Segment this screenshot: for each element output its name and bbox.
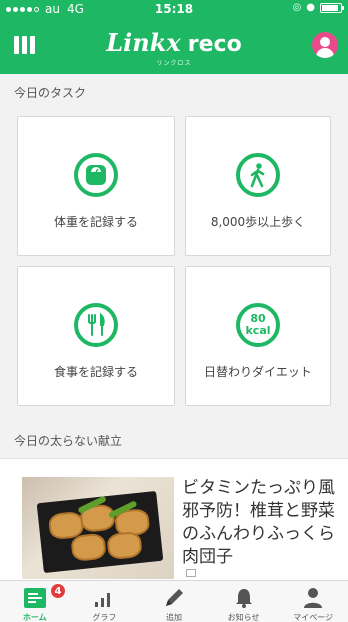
tab-label: ホーム xyxy=(22,613,47,622)
graph-icon xyxy=(92,587,116,609)
fork-knife-icon xyxy=(74,303,118,347)
task-label: 食事を記録する xyxy=(53,365,138,379)
recipe-photo xyxy=(22,477,174,579)
header-bar: au 4G 15:18 ◎ ● Linkx reco リンクロス xyxy=(0,0,348,74)
tab-mypage[interactable]: マイページ xyxy=(278,581,348,622)
calendar-icon xyxy=(186,569,196,577)
alarm-icon: ◎ xyxy=(292,2,302,13)
task-card-weight[interactable]: 体重を記録する xyxy=(17,116,175,256)
profile-avatar-button[interactable] xyxy=(312,32,338,58)
navigation-bar: Linkx reco リンクロス xyxy=(0,22,348,72)
person-icon xyxy=(301,587,325,609)
bell-icon xyxy=(232,587,256,609)
tab-notifications[interactable]: お知らせ xyxy=(209,581,279,622)
tasks-section-title: 今日のタスク xyxy=(14,86,87,100)
tab-graph[interactable]: グラフ xyxy=(70,581,140,622)
tab-bar: 4 ホーム グラフ 追加 お知らせ マイページ xyxy=(0,580,348,622)
scale-icon xyxy=(74,153,118,197)
logo-name: reco xyxy=(187,32,242,57)
logo-subtitle: リンクロス xyxy=(156,60,192,67)
tab-home[interactable]: 4 ホーム xyxy=(0,581,70,622)
status-bar: au 4G 15:18 ◎ ● xyxy=(0,0,348,18)
pencil-icon xyxy=(162,587,186,609)
task-grid: 体重を記録する 8,000歩以上歩く 食事を記録する 80 kcal 日替わりダ… xyxy=(17,116,331,408)
task-card-steps[interactable]: 8,000歩以上歩く xyxy=(185,116,331,256)
orientation-lock-icon: ● xyxy=(306,2,315,13)
tab-label: 追加 xyxy=(165,613,182,622)
task-card-daily-diet[interactable]: 80 kcal 日替わりダイエット xyxy=(185,266,331,406)
battery-icon xyxy=(320,2,344,13)
home-icon xyxy=(23,587,47,609)
tab-label: お知らせ xyxy=(227,613,260,622)
task-card-meal[interactable]: 食事を記録する xyxy=(17,266,175,406)
task-label: 体重を記録する xyxy=(53,215,138,229)
app-logo: Linkx reco リンクロス xyxy=(0,28,348,67)
status-icons: ◎ ● xyxy=(292,2,344,13)
task-label: 8,000歩以上歩く xyxy=(210,215,306,229)
menu-section-title: 今日の太らない献立 xyxy=(14,434,123,448)
kcal-icon: 80 kcal xyxy=(236,303,280,347)
walking-icon xyxy=(236,153,280,197)
recipe-card[interactable]: ビタミンたっぷり風邪予防！椎茸と野菜のふんわりふっくら肉団子 xyxy=(0,458,348,580)
tab-label: グラフ xyxy=(92,613,117,622)
notification-badge: 4 xyxy=(50,583,66,599)
recipe-title[interactable]: ビタミンたっぷり風邪予防！椎茸と野菜のふんわりふっくら肉団子 xyxy=(182,477,338,569)
task-label: 日替わりダイエット xyxy=(204,365,312,379)
logo-text: Linkx xyxy=(106,28,181,57)
tab-add[interactable]: 追加 xyxy=(139,581,209,622)
tab-label: マイページ xyxy=(293,613,334,622)
kcal-unit: kcal xyxy=(245,324,271,337)
